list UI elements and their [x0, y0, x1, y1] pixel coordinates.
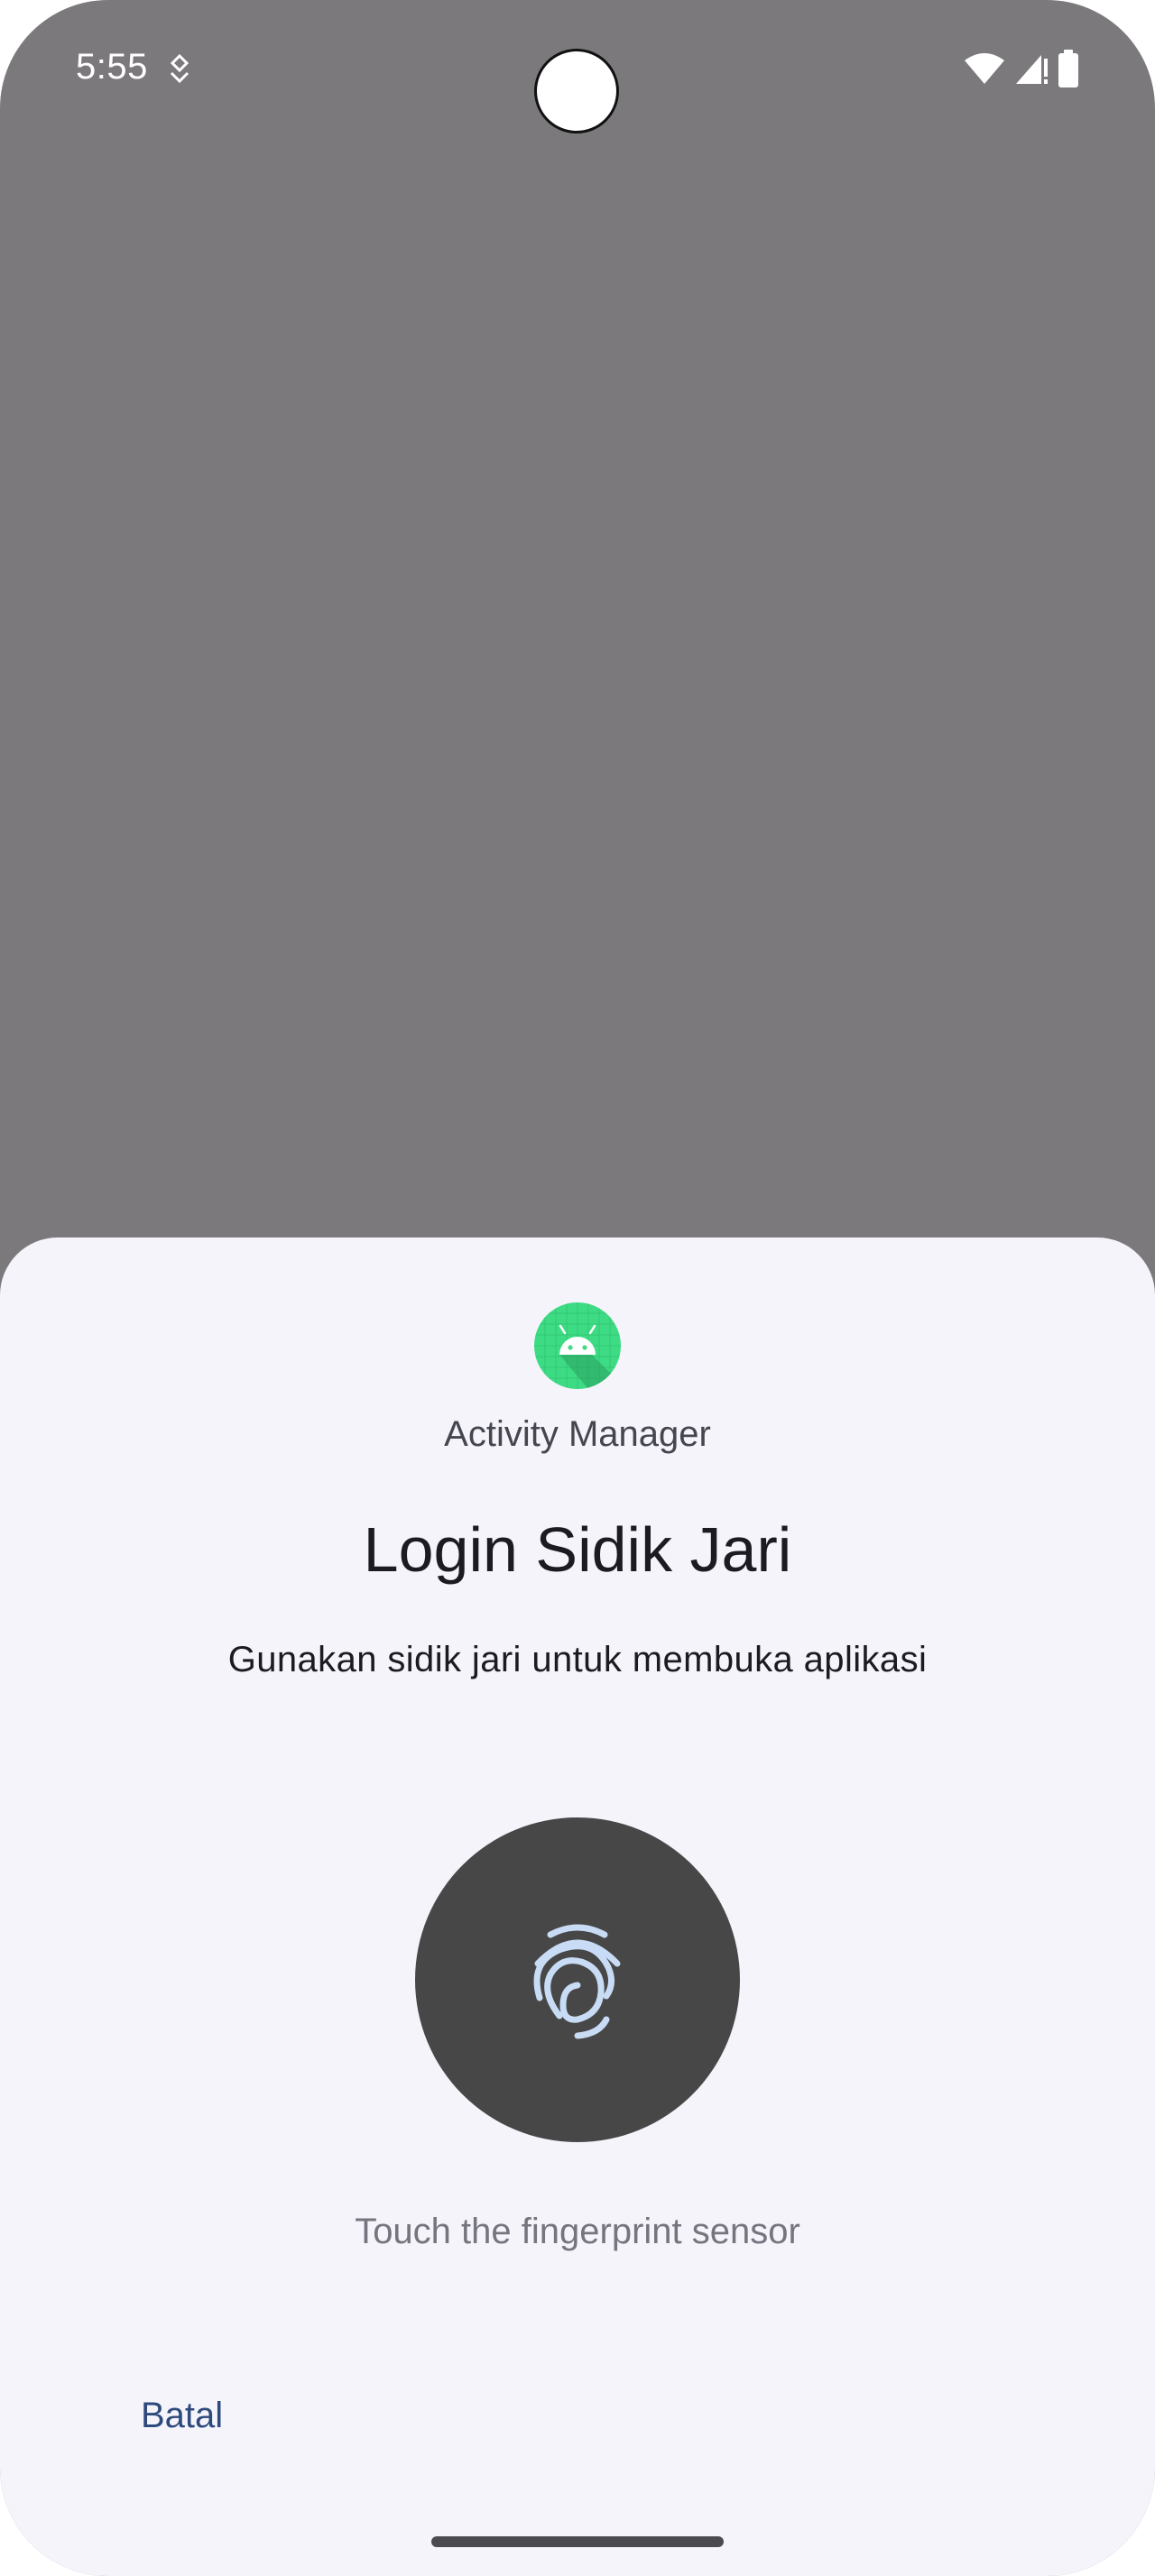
- battery-icon: [1058, 50, 1079, 87]
- camera-cutout: [534, 49, 619, 133]
- fingerprint-icon: [533, 1924, 621, 2039]
- dialog-subtitle: Gunakan sidik jari untuk membuka aplikas…: [227, 1640, 928, 1679]
- status-time: 5:55: [76, 47, 148, 87]
- dialog-title: Login Sidik Jari: [363, 1514, 792, 1585]
- fingerprint-sensor-indicator: [415, 1817, 740, 2142]
- app-name: Activity Manager: [444, 1414, 711, 1454]
- gesture-navigation-handle[interactable]: [431, 2536, 724, 2547]
- signal-icon: [1014, 51, 1049, 86]
- sensor-hint: Touch the fingerprint sensor: [355, 2212, 800, 2251]
- cancel-button[interactable]: Batal: [117, 2383, 246, 2449]
- android-app-icon: [534, 1302, 621, 1389]
- phone-screen: 5:55 Activity Manager Login Sidik Jari G…: [0, 0, 1155, 2576]
- status-bar: 5:55: [0, 0, 1155, 135]
- notification-icon: [166, 53, 193, 85]
- wifi-icon: [964, 51, 1005, 86]
- status-icons: [964, 47, 1079, 90]
- biometric-prompt-sheet: Activity Manager Login Sidik Jari Gunaka…: [0, 1237, 1155, 2576]
